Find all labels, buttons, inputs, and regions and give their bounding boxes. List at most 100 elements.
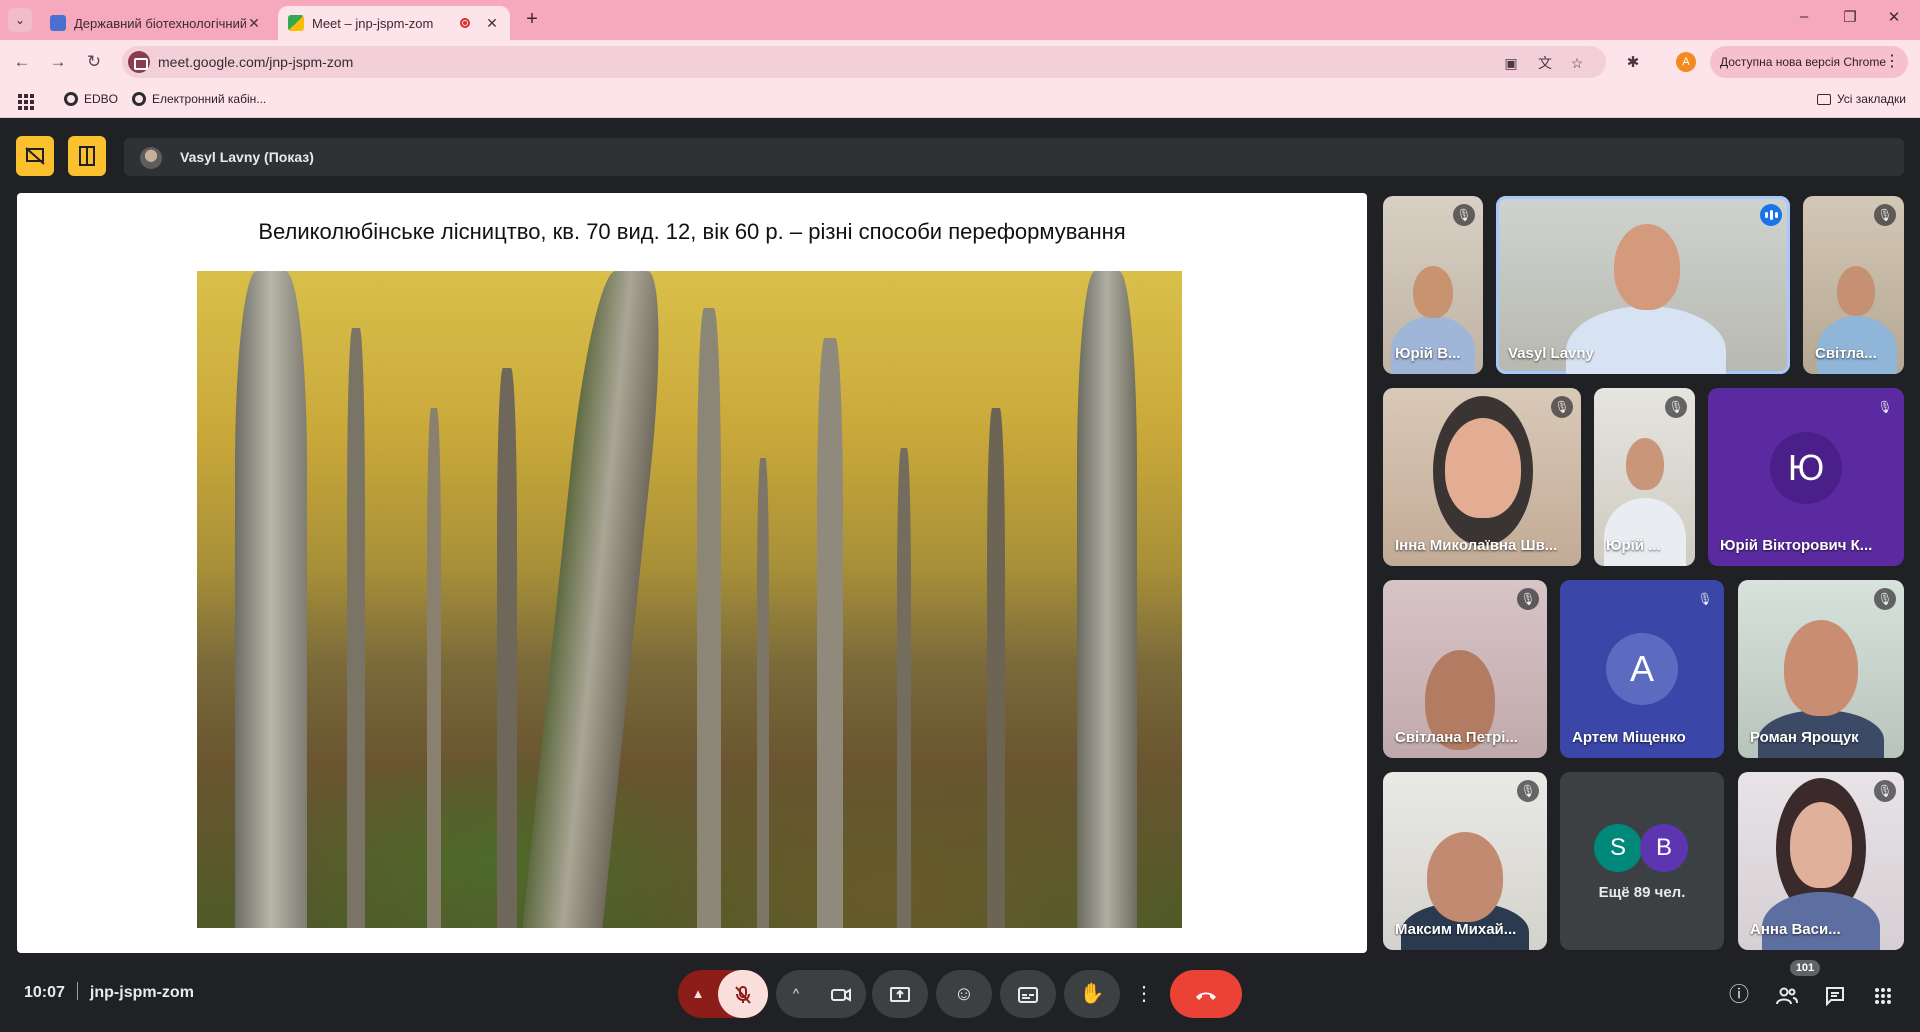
participant-face <box>1614 224 1680 310</box>
tree-trunk <box>347 328 365 928</box>
participant-tile[interactable]: 🎙 Юрій ... <box>1594 388 1695 566</box>
tree-trunk <box>817 338 843 928</box>
speaking-indicator-icon <box>1760 204 1782 226</box>
participant-tile-speaking[interactable]: Vasyl Lavny <box>1496 196 1790 374</box>
mic-off-icon[interactable] <box>718 970 768 1018</box>
meet-favicon-icon <box>288 15 304 31</box>
present-icon[interactable] <box>872 970 928 1018</box>
end-call-icon[interactable] <box>1170 970 1242 1018</box>
recording-indicator-icon <box>460 18 470 28</box>
mic-control: ▲ <box>678 970 768 1018</box>
meet-pip-icon[interactable]: ▣ <box>1502 54 1520 72</box>
participant-tile[interactable]: Ю 🎙 Юрій Вікторович К... <box>1708 388 1904 566</box>
clock-time: 10:07 <box>24 984 65 1001</box>
site-info-icon[interactable] <box>128 51 150 73</box>
participant-name: Максим Михай... <box>1395 921 1517 938</box>
captions-icon[interactable] <box>1000 970 1056 1018</box>
bookmark-star-icon[interactable]: ☆ <box>1568 54 1586 72</box>
tab-biotech[interactable]: Державний біотехнологічний ✕ <box>40 6 272 40</box>
close-tab-icon[interactable]: ✕ <box>246 15 262 32</box>
url-text[interactable]: meet.google.com/jnp-jspm-zom <box>158 54 353 70</box>
participant-initial-avatar: S <box>1594 824 1642 872</box>
update-chip-label: Доступна нова версія Chrome <box>1720 55 1887 69</box>
forward-icon[interactable]: → <box>46 50 70 74</box>
bookmark-cabinet[interactable]: Електронний кабін... <box>132 92 266 106</box>
apps-grid-icon[interactable] <box>1868 980 1898 1010</box>
mic-off-icon: 🎙 <box>1874 780 1896 802</box>
tree-trunk <box>697 308 721 928</box>
participant-initial-avatar: B <box>1640 824 1688 872</box>
browser-tab-strip: ⌄ Державний біотехнологічний ✕ Meet – jn… <box>0 0 1920 40</box>
participant-face <box>1837 266 1875 316</box>
chat-icon[interactable] <box>1820 980 1850 1010</box>
close-window-icon[interactable]: ✕ <box>1874 8 1914 26</box>
meet-area: Vasyl Lavny (Показ) Великолюбінське лісн… <box>0 118 1920 1032</box>
info-icon[interactable]: ⓘ <box>1724 980 1754 1010</box>
tab-meet[interactable]: Meet – jnp-jspm-zom ✕ <box>278 6 510 40</box>
participant-tile[interactable]: 🎙 Інна Миколаївна Шв... <box>1383 388 1581 566</box>
tab-favicon-icon <box>50 15 66 31</box>
all-bookmarks-button[interactable]: Усі закладки <box>1816 92 1906 106</box>
participant-initial-avatar: Ю <box>1770 432 1842 504</box>
profile-avatar[interactable]: A <box>1676 52 1696 72</box>
back-icon[interactable]: ← <box>10 50 34 74</box>
tree-trunk <box>522 271 672 928</box>
companion-mode-icon[interactable] <box>68 136 106 176</box>
camera-icon[interactable] <box>816 970 866 1018</box>
participant-name: Юрій Вікторович К... <box>1720 537 1873 554</box>
more-participants-tile[interactable]: S B Ещё 89 чел. <box>1560 772 1724 950</box>
bookmark-edbo[interactable]: EDBO <box>64 92 118 106</box>
translate-icon[interactable]: 文 <box>1536 54 1554 72</box>
reload-icon[interactable]: ↻ <box>82 50 106 74</box>
participant-tile[interactable]: 🎙 Світла... <box>1803 196 1904 374</box>
participant-body <box>1604 498 1686 566</box>
participant-tile[interactable]: 🎙 Юрій В... <box>1383 196 1483 374</box>
raise-hand-icon[interactable]: ✋ <box>1064 970 1120 1018</box>
slide-title: Великолюбінське лісництво, кв. 70 вид. 1… <box>258 219 1126 244</box>
participant-tile[interactable]: 🎙 Максим Михай... <box>1383 772 1547 950</box>
minimize-icon[interactable]: – <box>1784 8 1824 25</box>
menu-dots-icon: ⋮ <box>1884 53 1900 70</box>
tree-trunk <box>987 408 1005 928</box>
participant-tile[interactable]: 🎙 Анна Васи... <box>1738 772 1904 950</box>
camera-control: ^ <box>776 970 866 1018</box>
participant-name: Артем Міщенко <box>1572 729 1686 746</box>
mic-off-icon: 🎙 <box>1453 204 1475 226</box>
mic-off-icon: 🎙 <box>1874 588 1896 610</box>
more-vert-icon[interactable]: ⋮ <box>1128 970 1160 1018</box>
update-chrome-button[interactable]: Доступна нова версія Chrome ⋮ <box>1710 46 1908 78</box>
participant-name: Юрій ... <box>1606 537 1661 554</box>
tab-search-icon[interactable]: ⌄ <box>8 8 32 32</box>
emoji-icon[interactable]: ☺ <box>936 970 992 1018</box>
participant-tile[interactable]: А 🎙 Артем Міщенко <box>1560 580 1724 758</box>
participant-face <box>1790 802 1852 888</box>
mic-off-icon: 🎙 <box>1665 396 1687 418</box>
apps-grid-icon[interactable] <box>18 94 34 110</box>
participant-tile[interactable]: 🎙 Роман Ярощук <box>1738 580 1904 758</box>
video-options-chevron-icon[interactable]: ^ <box>776 970 816 1018</box>
address-bar[interactable]: meet.google.com/jnp-jspm-zom ▣ 文 ☆ <box>122 46 1606 78</box>
more-participants-label: Ещё 89 чел. <box>1598 884 1686 901</box>
tree-trunk <box>427 408 441 928</box>
tree-trunk <box>1077 271 1137 928</box>
participant-name: Vasyl Lavny <box>1508 345 1594 362</box>
bookmarks-bar: EDBO Електронний кабін... Усі закладки <box>0 84 1920 118</box>
globe-icon <box>64 92 78 106</box>
presenter-name: Vasyl Lavny (Показ) <box>180 149 314 165</box>
audio-options-chevron-icon[interactable]: ▲ <box>678 970 718 1018</box>
mic-off-icon: 🎙 <box>1517 780 1539 802</box>
new-tab-button[interactable]: + <box>520 8 544 32</box>
mic-off-icon: 🎙 <box>1697 592 1713 606</box>
participant-face <box>1445 418 1521 518</box>
stop-presenting-icon[interactable] <box>16 136 54 176</box>
extensions-icon[interactable]: ✱ <box>1622 52 1644 74</box>
close-tab-icon[interactable]: ✕ <box>484 15 500 32</box>
restore-icon[interactable]: ❐ <box>1830 8 1870 26</box>
tree-trunk <box>757 458 769 928</box>
participant-tile[interactable]: 🎙 Світлана Петрі... <box>1383 580 1547 758</box>
people-count-badge: 101 <box>1790 960 1820 976</box>
people-icon[interactable] <box>1772 980 1802 1010</box>
participant-face <box>1413 266 1453 318</box>
presenter-bar: Vasyl Lavny (Показ) <box>124 138 1904 176</box>
meeting-info: 10:07 jnp-jspm-zom <box>24 982 194 1002</box>
